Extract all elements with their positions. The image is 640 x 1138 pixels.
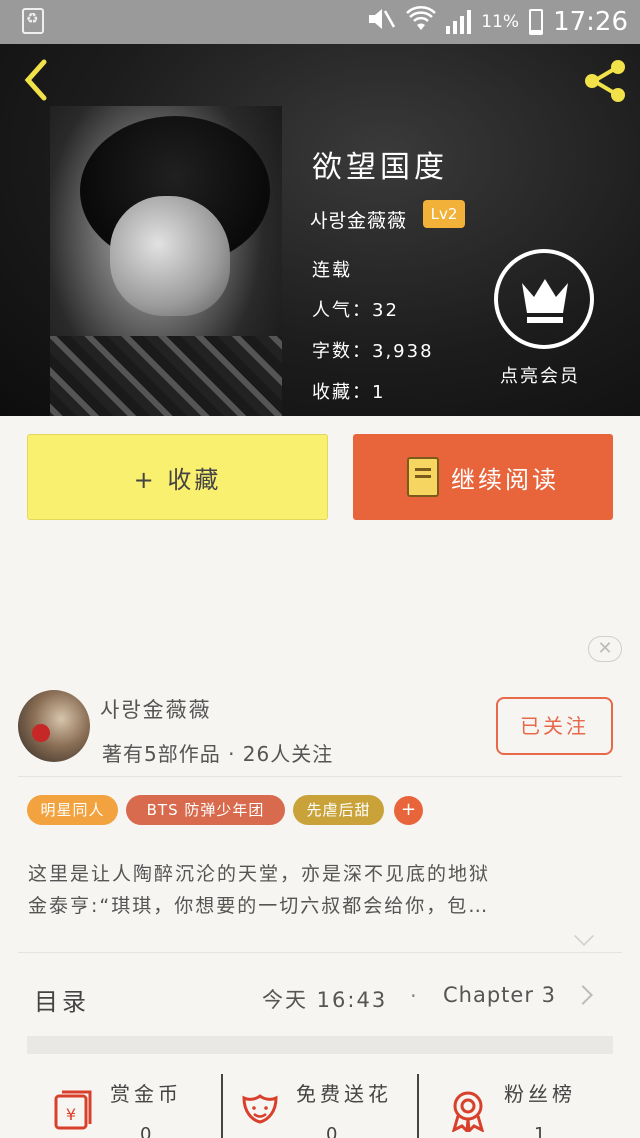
fan-ranking-button[interactable]: 粉丝榜 1 <box>446 1074 616 1138</box>
word-count: 字数：3,938 <box>312 341 434 362</box>
mute-icon <box>366 5 396 40</box>
add-favorite-label: + 收藏 <box>133 465 222 494</box>
toc-label: 目录 <box>34 988 90 1016</box>
divider <box>221 1074 223 1138</box>
fan-ranking-label: 粉丝榜 <box>504 1082 576 1106</box>
add-favorite-button[interactable]: + 收藏 <box>27 434 328 520</box>
description-line: 这里是让人陶醉沉沦的天堂，亦是深不见底的地狱 <box>28 863 491 885</box>
flower-icon <box>242 1094 278 1124</box>
clock: 17:26 <box>553 7 628 37</box>
svg-text:¥: ¥ <box>66 1105 76 1124</box>
book-author[interactable]: 사랑金薇薇 <box>310 206 407 233</box>
book-title: 欲望国度 <box>312 150 448 185</box>
expand-chevron-icon[interactable] <box>574 926 594 946</box>
send-flower-count: 0 <box>326 1124 338 1138</box>
reward-coins-label: 赏金币 <box>110 1082 182 1106</box>
book-header: 欲望国度 사랑金薇薇 Lv2 连载 人气：32 字数：3,938 收藏：1 点亮… <box>0 44 640 416</box>
coin-icon: ¥ <box>54 1090 92 1130</box>
close-icon[interactable]: ✕ <box>588 636 622 662</box>
status-bar: 11% 17:26 <box>0 0 640 44</box>
tag[interactable]: BTS 防弹少年团 <box>126 795 285 825</box>
add-tag-button[interactable]: + <box>394 796 423 825</box>
back-button[interactable] <box>18 58 58 102</box>
section-spacer <box>27 1036 613 1054</box>
share-icon <box>585 60 625 102</box>
divider <box>18 952 622 953</box>
follow-button[interactable]: 已关注 <box>496 697 613 755</box>
continue-reading-label: 继续阅读 <box>451 465 559 494</box>
member-label[interactable]: 点亮会员 <box>500 362 580 388</box>
status-right: 11% 17:26 <box>366 5 628 40</box>
wifi-icon <box>406 5 437 39</box>
toc-latest-chapter: Chapter 3 <box>443 983 556 1007</box>
fan-ranking-count: 1 <box>534 1124 546 1138</box>
share-button[interactable] <box>580 56 630 106</box>
send-flower-label: 免费送花 <box>296 1082 392 1106</box>
popularity: 人气：32 <box>312 300 399 321</box>
serial-status: 连载 <box>312 260 352 281</box>
level-badge: Lv2 <box>423 200 465 228</box>
chevron-right-icon <box>573 985 593 1005</box>
cleaner-icon <box>22 8 44 34</box>
favorites-count: 收藏：1 <box>312 382 386 403</box>
member-button[interactable] <box>494 249 594 349</box>
send-flower-button[interactable]: 免费送花 0 <box>238 1074 408 1138</box>
chevron-left-icon <box>24 59 47 101</box>
crown-icon <box>522 279 568 323</box>
book-description[interactable]: 这里是让人陶醉沉沦的天堂，亦是深不见底的地狱 金泰亨:“琪琪，你想要的一切六叔都… <box>28 858 614 922</box>
continue-reading-button[interactable]: 继续阅读 <box>353 434 613 520</box>
divider <box>18 776 622 777</box>
book-cover-image <box>50 106 282 416</box>
battery-icon <box>529 9 544 35</box>
author-stats: 著有5部作品 · 26人关注 <box>102 742 334 766</box>
toc-separator: · <box>410 984 417 1008</box>
tag[interactable]: 先虐后甜 <box>293 795 384 825</box>
tag[interactable]: 明星同人 <box>27 795 118 825</box>
author-name[interactable]: 사랑金薇薇 <box>100 694 212 724</box>
ribbon-icon <box>451 1091 485 1132</box>
battery-percent: 11% <box>481 12 520 32</box>
author-avatar[interactable] <box>18 690 90 762</box>
divider <box>417 1074 419 1138</box>
signal-icon <box>446 10 472 34</box>
reward-coins-count: 0 <box>140 1124 152 1138</box>
reward-coins-button[interactable]: ¥ 赏金币 0 <box>52 1074 212 1138</box>
book-icon <box>407 457 439 497</box>
description-line: 金泰亨:“琪琪，你想要的一切六叔都会给你，包… <box>28 895 490 917</box>
toc-updated: 今天 16:43 <box>262 988 388 1012</box>
